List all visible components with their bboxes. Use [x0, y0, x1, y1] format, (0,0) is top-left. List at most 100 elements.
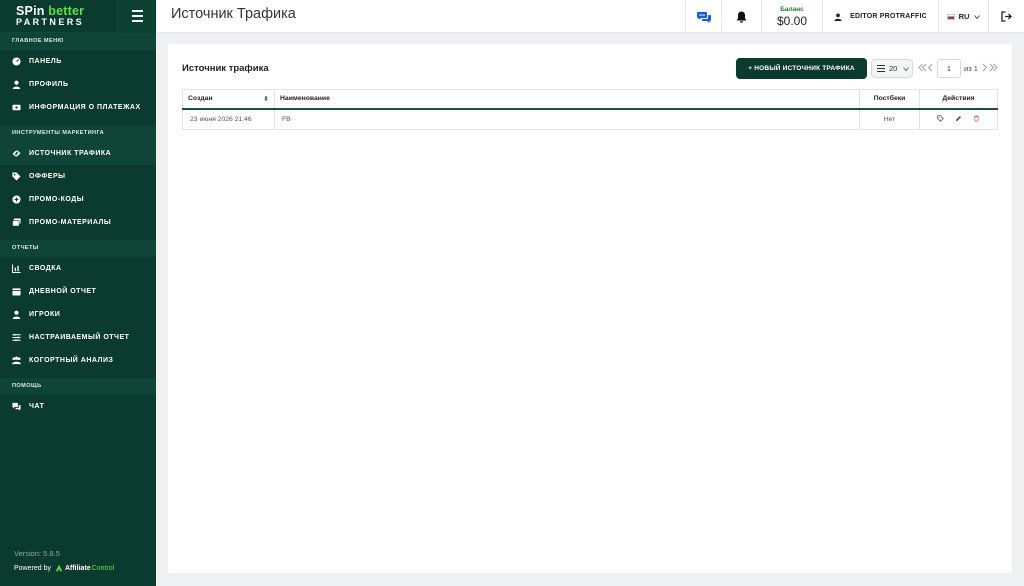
powered-brand-affiliate: Affiliate: [64, 564, 91, 572]
column-created[interactable]: Создан ⬍: [182, 89, 275, 110]
language-code: RU: [958, 12, 970, 21]
money-icon: [12, 103, 21, 112]
sidebar-item-dashboard[interactable]: ПАНЕЛЬ: [0, 50, 156, 73]
sidebar-item-label: ПРОМО-КОДЫ: [29, 196, 85, 203]
logo-area: SPin better PARTNERS: [0, 0, 156, 33]
bell-icon: [736, 11, 747, 23]
table-header-row: Создан ⬍ Наименование Постбеки Действия: [182, 89, 998, 110]
new-traffic-source-button[interactable]: + НОВЫЙ ИСТОЧНИК ТРАФИКА: [736, 58, 867, 79]
images-icon: [12, 218, 21, 227]
sidebar-item-label: КОГОРТНЫЙ АНАЛИЗ: [29, 357, 114, 364]
sidebar-item-player[interactable]: ИГРОКИ: [0, 303, 156, 326]
card-title: Источник трафика: [182, 63, 269, 74]
brand-logo-better: better: [48, 3, 85, 18]
column-created-label: Создан: [188, 94, 213, 102]
delete-action-button[interactable]: [968, 115, 984, 122]
page-number-input[interactable]: 1: [937, 59, 961, 78]
sidebar-item-label: СВОДКА: [29, 265, 62, 272]
dashboard-icon: [12, 57, 21, 66]
table-row: 23 июня 2026 21:46 FB Нет: [182, 108, 998, 130]
sidebar-item-link[interactable]: ИСТОЧНИК ТРАФИКА: [0, 142, 156, 165]
sidebar-item-calendar[interactable]: ДНЕВНОЙ ОТЧЕТ: [0, 280, 156, 303]
logout-icon: [1001, 11, 1012, 22]
balance-label: Баланс: [780, 5, 804, 13]
sidebar-item-user[interactable]: ПРОФИЛЬ: [0, 73, 156, 96]
sidebar-item-label: ИГРОКИ: [29, 311, 61, 318]
sidebar-item-images[interactable]: ПРОМО-МАТЕРИАЛЫ: [0, 211, 156, 234]
sidebar-item-label: НАСТРАИВАЕМЫЙ ОТЧЕТ: [29, 334, 130, 341]
user-icon: [12, 80, 21, 89]
user-menu[interactable]: EDITOR PROTRAFFIC: [822, 0, 938, 33]
column-actions: Действия: [919, 89, 998, 110]
app-version: Version: 5.8.5: [14, 549, 60, 558]
cell-actions: [919, 108, 998, 130]
sidebar-item-label: ЧАТ: [29, 403, 45, 410]
topbar: Источник Трафика Баланс $0.00 EDITOR PRO…: [156, 0, 1024, 33]
trash-icon: [973, 115, 979, 122]
page-title: Источник Трафика: [171, 6, 296, 22]
link-icon: [12, 149, 21, 158]
brand-logo-spin: SPin: [16, 3, 45, 18]
sidebar-item-label: ИСТОЧНИК ТРАФИКА: [29, 150, 112, 157]
cell-postbacks: Нет: [859, 108, 920, 130]
chat-bubbles-icon: [696, 11, 711, 23]
sidebar-nav: ГЛАВНОЕ МЕНЮ ПАНЕЛЬ ПРОФИЛЬ ИНФОРМАЦИЯ О ПЛ…: [0, 33, 156, 418]
list-icon: [877, 65, 885, 72]
pencil-icon: [955, 115, 962, 121]
cell-created: 23 июня 2026 21:46: [182, 108, 275, 130]
tag-action-button[interactable]: [933, 115, 949, 122]
brand-logo[interactable]: SPin better PARTNERS: [0, 0, 117, 33]
brand-logo-partners: PARTNERS: [16, 17, 85, 28]
powered-by-label: Powered by: [14, 564, 51, 572]
notifications-button[interactable]: [721, 0, 761, 33]
support-chat-button[interactable]: [685, 0, 721, 33]
sidebar-item-plus-circle[interactable]: ПРОМО-КОДЫ: [0, 188, 156, 211]
hamburger-icon: [131, 9, 143, 23]
sliders-icon: [12, 333, 21, 342]
cell-name: FB: [274, 108, 860, 130]
chevron-down-icon: [974, 14, 981, 19]
sidebar-item-sliders[interactable]: НАСТРАИВАЕМЫЙ ОТЧЕТ: [0, 326, 156, 349]
sidebar-item-chart[interactable]: СВОДКА: [0, 257, 156, 280]
page-total: из 1: [964, 64, 978, 73]
sidebar-item-chat[interactable]: ЧАТ: [0, 395, 156, 418]
powered-by: Powered by Affiliate Control: [14, 564, 114, 572]
plus-circle-icon: [12, 195, 21, 204]
player-icon: [12, 310, 21, 319]
per-page-value: 20: [889, 64, 898, 73]
sidebar-item-money[interactable]: ИНФОРМАЦИЯ О ПЛАТЕЖАХ: [0, 96, 156, 119]
balance-widget: Баланс $0.00: [761, 0, 822, 33]
calendar-icon: [12, 287, 21, 296]
powered-brand-control: Control: [91, 564, 115, 572]
logout-button[interactable]: [988, 0, 1024, 33]
sidebar-item-label: ПРОФИЛЬ: [29, 81, 69, 88]
chevron-down-icon: [903, 66, 910, 71]
per-page-select[interactable]: 20: [871, 59, 913, 78]
first-page-icon[interactable]: [918, 63, 927, 72]
users-icon: [12, 356, 21, 365]
chat-icon: [12, 402, 21, 411]
tag-icon: [937, 115, 944, 122]
chart-icon: [12, 264, 21, 273]
sidebar-section-title: ИНСТРУМЕНТЫ МАРКЕТИНГА: [0, 125, 156, 142]
traffic-source-table: Создан ⬍ Наименование Постбеки Действия 2…: [182, 89, 998, 130]
column-postbacks: Постбеки: [859, 89, 920, 110]
sort-icon[interactable]: ⬍: [263, 95, 269, 103]
user-name: EDITOR PROTRAFFIC: [850, 13, 927, 20]
last-page-icon[interactable]: [989, 63, 998, 72]
next-page-icon[interactable]: [982, 63, 988, 72]
prev-page-icon[interactable]: [927, 63, 933, 72]
traffic-source-card: Источник трафика + НОВЫЙ ИСТОЧНИК ТРАФИК…: [168, 44, 1012, 573]
sidebar-item-label: ДНЕВНОЙ ОТЧЕТ: [29, 288, 97, 295]
language-selector[interactable]: RU: [938, 0, 988, 33]
sidebar-item-tag[interactable]: ОФФЕРЫ: [0, 165, 156, 188]
sidebar-section-title: ОТЧЕТЫ: [0, 240, 156, 257]
sidebar-item-label: ОФФЕРЫ: [29, 173, 66, 180]
sidebar-item-users[interactable]: КОГОРТНЫЙ АНАЛИЗ: [0, 349, 156, 372]
sidebar: SPin better PARTNERS ГЛАВНОЕ МЕНЮ ПАНЕЛЬ П…: [0, 0, 156, 586]
russia-flag-icon: [946, 13, 955, 20]
edit-action-button[interactable]: [951, 115, 967, 122]
column-name: Наименование: [274, 89, 860, 110]
tag-icon: [12, 172, 21, 181]
menu-toggle-button[interactable]: [117, 0, 156, 33]
